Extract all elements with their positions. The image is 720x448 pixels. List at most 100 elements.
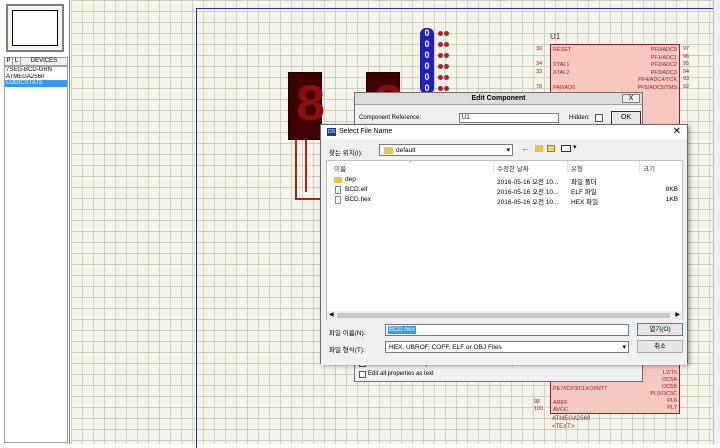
column-header-name[interactable]: 이름 xyxy=(334,163,346,173)
pin-label: PF2/ADC2 xyxy=(650,62,677,68)
pin-label: PL5/OC5C xyxy=(650,391,677,397)
file-row[interactable]: BCD.elf 2016-05-16 오전 10... ELF 파일 8KB xyxy=(327,185,682,196)
close-button[interactable]: X xyxy=(622,94,640,103)
chip-text: <TEXT> xyxy=(552,424,575,430)
pin-number: 78 xyxy=(536,84,543,90)
scroll-right-icon[interactable]: ▶ xyxy=(675,311,680,318)
pin-label: L2/T5 xyxy=(662,370,677,376)
tab-pick[interactable]: P xyxy=(5,58,13,65)
look-in-value: default xyxy=(396,147,416,154)
device-item-selected[interactable]: LOGICSTATE xyxy=(5,80,67,87)
pin-label: OC5A xyxy=(662,377,677,383)
logic-state-group[interactable]: 0 0 0 0 0 0 xyxy=(420,28,434,94)
look-in-select[interactable]: default ▾ xyxy=(379,144,513,156)
folder-icon xyxy=(334,177,342,183)
reference-label: Component Reference: xyxy=(359,115,422,121)
filetype-label: 파일 형식(T): xyxy=(329,347,365,354)
device-tabs: P L DEVICES xyxy=(4,57,68,66)
scroll-thumb[interactable] xyxy=(337,313,670,318)
logic-state-value[interactable]: 0 xyxy=(420,72,434,83)
close-icon[interactable]: ✕ xyxy=(673,126,681,138)
column-header-type[interactable]: 유형 xyxy=(571,163,583,173)
new-folder-icon[interactable] xyxy=(547,145,555,152)
file-list[interactable]: 이름 수정한 날짜 유형 크기 ^ dep 2016-05-16 오전 10..… xyxy=(326,160,683,320)
pin-label: XTAL2 xyxy=(553,70,570,76)
vertical-scrollbar[interactable] xyxy=(713,0,720,444)
file-row[interactable]: dep 2016-05-16 오전 10... 파일 폴더 xyxy=(327,175,682,186)
horizontal-scrollbar[interactable]: ◀ ▶ xyxy=(327,311,682,320)
pin-label: PF0/ADC0 xyxy=(650,47,677,53)
wire xyxy=(295,140,297,200)
sort-arrow-icon: ^ xyxy=(409,161,412,167)
file-dialog-titlebar[interactable]: DS Select File Name ✕ xyxy=(321,125,687,139)
pin-label: PF1/ADC1 xyxy=(650,55,677,61)
file-icon xyxy=(335,196,341,204)
pin-label: PE7/ICP3/CLKO/INT7 xyxy=(553,386,608,392)
pin-label: AREF xyxy=(553,400,568,406)
pin-label: PL6 xyxy=(667,398,677,404)
edit-props-label: Edit all properties as text xyxy=(368,371,434,377)
logic-state-value[interactable]: 0 xyxy=(420,50,434,61)
logic-wires xyxy=(434,28,452,94)
chevron-down-icon: ▾ xyxy=(506,147,510,154)
pin-number: 94 xyxy=(683,69,690,75)
open-button[interactable]: 열기(O) xyxy=(637,323,683,336)
logic-state-value[interactable]: 0 xyxy=(420,28,434,39)
pin-label: RESET xyxy=(553,47,572,53)
file-date: 2016-05-16 오전 10... xyxy=(497,199,559,206)
file-size: 1KB xyxy=(665,196,678,203)
chevron-down-icon[interactable]: ▾ xyxy=(573,143,577,151)
pin-label: AVCC xyxy=(553,407,568,413)
devices-header: DEVICES xyxy=(30,58,58,64)
file-name: BCD.hex xyxy=(345,196,372,203)
pin-label: PA0/AD0 xyxy=(553,85,576,91)
filetype-select[interactable]: HEX, UBROF, COFF, ELF or OBJ Files ▾ xyxy=(385,341,629,353)
app-icon: DS xyxy=(327,128,336,136)
ok-button[interactable]: OK xyxy=(611,111,641,125)
file-dialog-body: 찾는 위치(I): default ▾ ← ▾ 이름 수정한 날짜 유형 크기 … xyxy=(321,139,687,365)
filename-input[interactable]: BCD.hex xyxy=(385,324,629,336)
hidden-checkbox[interactable] xyxy=(595,114,603,122)
edit-dialog-title: Edit Component xyxy=(471,95,526,102)
seven-segment-display[interactable]: 8 xyxy=(288,72,326,140)
up-folder-icon[interactable] xyxy=(535,145,543,152)
look-in-label: 찾는 위치(I): xyxy=(329,150,363,157)
file-size: 8KB xyxy=(665,186,678,193)
cancel-button[interactable]: 취소 xyxy=(637,340,683,353)
logic-state-value[interactable]: 0 xyxy=(420,39,434,50)
overview-preview[interactable] xyxy=(6,4,64,52)
tab-library[interactable]: L xyxy=(13,58,21,65)
pin-label: XTAL1 xyxy=(553,62,570,68)
pin-number: 100 xyxy=(534,406,544,412)
pin-label: PF5/ADC5/TMS xyxy=(637,85,677,91)
scroll-left-icon[interactable]: ◀ xyxy=(329,311,334,318)
edit-dialog-titlebar[interactable]: Edit Component X xyxy=(355,93,642,105)
pin-label: PF4/ADC4/TCK xyxy=(638,77,677,83)
pin-label: PF3/ADC3 xyxy=(650,70,677,76)
file-icon xyxy=(335,186,341,194)
column-header-size[interactable]: 크기 xyxy=(643,163,655,173)
pin-number: 97 xyxy=(683,46,690,52)
pin-number: 34 xyxy=(536,61,543,67)
pin-number: 30 xyxy=(536,46,543,52)
column-header-date[interactable]: 수정한 날짜 xyxy=(497,163,529,173)
pin-number: 33 xyxy=(536,69,543,75)
edit-props-checkbox[interactable] xyxy=(359,371,366,378)
file-dialog-title: Select File Name xyxy=(339,128,393,135)
logic-state-value[interactable]: 0 xyxy=(420,61,434,72)
pin-number: 93 xyxy=(683,76,690,82)
folder-icon xyxy=(384,147,393,154)
chip-name: ATMEGA2560 xyxy=(552,416,591,422)
file-row[interactable]: BCD.hex 2016-05-16 오전 10... HEX 파일 1KB xyxy=(327,195,682,206)
pin-number: 95 xyxy=(683,61,690,67)
pin-number: 98 xyxy=(534,399,541,405)
filetype-value: HEX, UBROF, COFF, ELF or OBJ Files xyxy=(389,344,502,351)
back-arrow-icon[interactable]: ← xyxy=(521,143,530,153)
reference-input[interactable]: U1 xyxy=(459,113,559,123)
pin-label: OC5B xyxy=(662,384,677,390)
view-menu-icon[interactable] xyxy=(561,145,571,152)
file-name: dep xyxy=(345,176,356,183)
device-list: 7SEG-BCD-GRN ATMEGA2560 LOGICSTATE xyxy=(4,66,68,443)
file-type: HEX 파일 xyxy=(571,199,599,206)
left-panel: P L DEVICES 7SEG-BCD-GRN ATMEGA2560 LOGI… xyxy=(0,0,70,444)
